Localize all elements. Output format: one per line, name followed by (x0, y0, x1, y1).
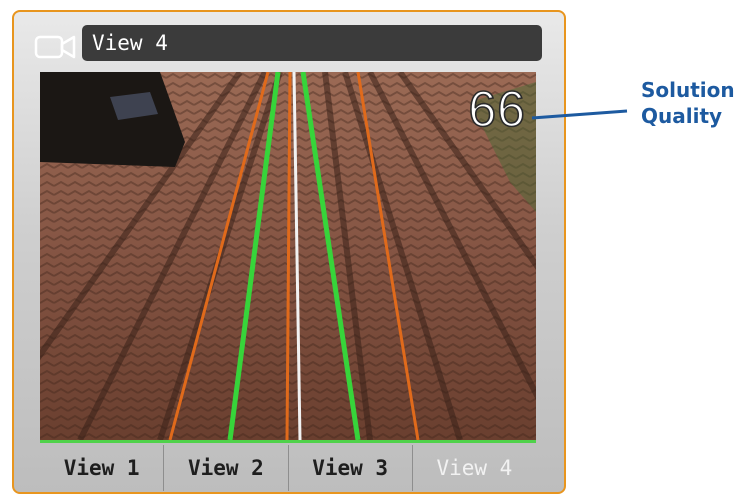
video-camera-icon (34, 35, 76, 59)
solution-quality-value: 66 (468, 81, 526, 137)
tab-view-1[interactable]: View 1 (40, 445, 165, 491)
callout-line-1: Solution (641, 78, 735, 102)
tab-view-4[interactable]: View 4 (413, 445, 536, 491)
tab-view-3[interactable]: View 3 (289, 445, 413, 491)
tab-view-2[interactable]: View 2 (164, 445, 289, 491)
field-image (40, 72, 536, 440)
solution-quality-callout: Solution Quality (641, 77, 735, 129)
view-tabs: View 1 View 2 View 3 View 4 (40, 445, 536, 491)
camera-feed: 66 (40, 72, 536, 443)
view-title: View 4 (82, 25, 542, 61)
callout-line-2: Quality (641, 104, 723, 128)
camera-view-panel: View 4 66 View 1 View 2 View 3 View 4 (12, 10, 566, 494)
